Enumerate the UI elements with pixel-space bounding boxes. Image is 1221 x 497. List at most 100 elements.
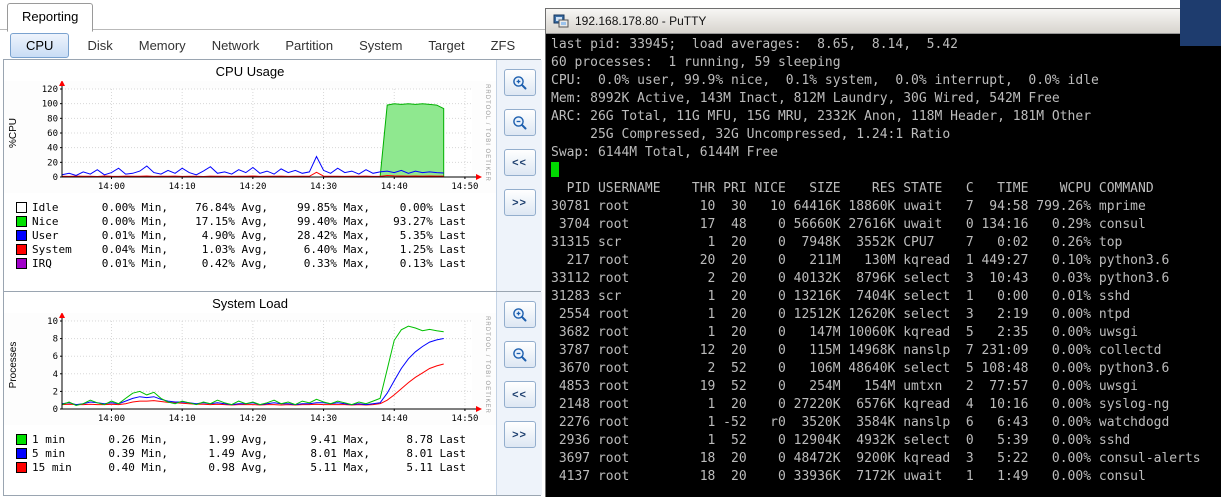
legend-row: System 0.04% Min, 1.03% Avg, 6.40% Max, 1.25…	[4, 242, 496, 256]
svg-text:20: 20	[47, 158, 58, 168]
terminal-line: Mem: 8992K Active, 143M Inact, 812M Laun…	[551, 91, 1060, 106]
terminal-line: 60 processes: 1 running, 59 sleeping	[551, 55, 841, 70]
cpu-usage-zoom-controls: << >>	[496, 60, 542, 291]
terminal-process-row: 30781 root 10 30 10 64416K 18860K uwait …	[551, 199, 1146, 214]
legend-value: 5.11 Last	[406, 460, 466, 474]
svg-text:2: 2	[53, 387, 58, 397]
terminal-process-row: 3670 root 2 52 0 106M 48640K select 5 10…	[551, 361, 1170, 376]
chart-title: CPU Usage	[215, 64, 285, 79]
svg-text:14:10: 14:10	[169, 414, 196, 424]
magnifier-minus-icon	[512, 115, 526, 129]
terminal[interactable]: last pid: 33945; load averages: 8.65, 8.…	[547, 34, 1221, 497]
svg-text:14:30: 14:30	[310, 182, 337, 192]
putty-icon	[553, 14, 569, 28]
terminal-process-row: 31283 scr 1 20 0 13216K 7404K select 1 0…	[551, 289, 1131, 304]
magnifier-minus-icon	[512, 347, 526, 361]
legend-value: 76.84% Avg,	[195, 200, 268, 214]
tab-cpu[interactable]: CPU	[10, 32, 70, 58]
terminal-process-row: 2148 root 1 20 0 27220K 6576K kqread 4 1…	[551, 397, 1170, 412]
system-load-graph-section: System Load 0 2 4 6 8 10 14:00 14:10 14:20 14:30 14…	[4, 292, 542, 495]
legend-value: 0.04% Min,	[101, 242, 168, 256]
zoom-in-button[interactable]	[503, 69, 536, 96]
legend-value: 5.11 Max,	[310, 460, 370, 474]
zoom-out-button[interactable]	[503, 109, 536, 136]
svg-text:0: 0	[53, 173, 58, 183]
legend-value: 99.85% Max,	[297, 200, 370, 214]
legend-value: 0.40 Min,	[108, 460, 168, 474]
svg-text:14:00: 14:00	[98, 182, 125, 192]
legend-value: 4.90% Avg,	[201, 228, 268, 242]
terminal-process-row: 4853 root 19 52 0 254M 154M umtxn 2 77:5…	[551, 379, 1138, 394]
terminal-process-row: 2276 root 1 -52 r0 3520K 3584K nanslp 6 …	[551, 415, 1170, 430]
cpu-usage-legend: Idle 0.00% Min, 76.84% Avg, 99.85% Max, 0.00…	[4, 200, 496, 270]
legend-swatch	[16, 461, 27, 473]
legend-value: 1.25% Last	[399, 242, 466, 256]
legend-swatch	[16, 215, 27, 227]
tab-network[interactable]: Network	[212, 38, 260, 53]
tab-memory[interactable]: Memory	[139, 38, 186, 53]
terminal-process-row: 217 root 20 20 0 211M 130M kqread 1 449:…	[551, 253, 1170, 268]
svg-text:14:20: 14:20	[239, 182, 266, 192]
zoom-in-button[interactable]	[503, 301, 536, 328]
svg-text:14:20: 14:20	[239, 414, 266, 424]
terminal-process-row: 3697 root 18 20 0 48472K 9200K kqread 3 …	[551, 451, 1201, 466]
cpu-usage-pane: CPU Usage 0 20 40 60 80 100 120 14:00 14:10 14:20 1…	[4, 60, 496, 291]
putty-titlebar[interactable]: 192.168.178.80 - PuTTY	[546, 9, 1221, 34]
scroll-left-button[interactable]: <<	[503, 381, 536, 408]
tab-system[interactable]: System	[359, 38, 402, 53]
legend-value: 9.41 Max,	[310, 432, 370, 446]
legend-row: 5 min 0.39 Min, 1.49 Avg, 8.01 Max, 8.01 Las…	[4, 446, 496, 460]
tab-disk[interactable]: Disk	[87, 38, 112, 53]
svg-text:6: 6	[53, 352, 58, 362]
system-load-legend: 1 min 0.26 Min, 1.99 Avg, 9.41 Max, 8.78 Las…	[4, 432, 496, 474]
tab-zfs[interactable]: ZFS	[491, 38, 516, 53]
system-load-zoom-controls: << >>	[496, 292, 542, 495]
system-load-chart: 0 2 4 6 8 10 14:00 14:10 14:20 14:30 14:40 14:50 Pro…	[4, 312, 496, 425]
svg-text:14:30: 14:30	[310, 414, 337, 424]
legend-label: Idle	[32, 200, 59, 214]
zoom-out-button[interactable]	[503, 341, 536, 368]
svg-text:8: 8	[53, 335, 58, 345]
legend-value: 5.35% Last	[399, 228, 466, 242]
svg-text:120: 120	[42, 85, 58, 95]
legend-value: 0.00% Min,	[101, 200, 168, 214]
tab-partition[interactable]: Partition	[285, 38, 333, 53]
svg-text:14:50: 14:50	[451, 182, 478, 192]
legend-label: User	[32, 228, 59, 242]
legend-value: 6.40% Max,	[303, 242, 370, 256]
legend-value: 8.01 Max,	[310, 446, 370, 460]
terminal-process-row: 3682 root 1 20 0 147M 10060K kqread 5 2:…	[551, 325, 1138, 340]
legend-value: 0.39 Min,	[108, 446, 168, 460]
terminal-line: Swap: 6144M Total, 6144M Free	[551, 145, 778, 160]
legend-value: 0.42% Avg,	[201, 256, 268, 270]
legend-label: 15 min	[32, 460, 72, 474]
terminal-process-row: 31315 scr 1 20 0 7948K 3552K CPU7 7 0:02…	[551, 235, 1123, 250]
tab-target[interactable]: Target	[428, 38, 464, 53]
screen: Reporting CPU Disk Memory Network Partition S…	[0, 0, 1221, 497]
svg-text:RRDTOOL / TOBI OETIKER: RRDTOOL / TOBI OETIKER	[484, 316, 490, 414]
terminal-line: CPU: 0.0% user, 99.9% nice, 0.1% system,…	[551, 73, 1099, 88]
svg-text:60: 60	[47, 129, 58, 139]
legend-label: IRQ	[32, 256, 52, 270]
tab-reporting[interactable]: Reporting	[7, 3, 94, 32]
terminal-process-row: 3787 root 12 20 0 115M 14968K nanslp 7 2…	[551, 343, 1162, 358]
legend-value: 0.01% Min,	[101, 228, 168, 242]
terminal-line	[551, 162, 1221, 180]
scroll-left-button[interactable]: <<	[503, 149, 536, 176]
legend-value: 1.49 Avg,	[208, 446, 268, 460]
legend-value: 1.03% Avg,	[201, 242, 268, 256]
legend-value: 17.15% Avg,	[195, 214, 268, 228]
legend-value: 8.01 Last	[406, 446, 466, 460]
terminal-process-row: 33112 root 2 20 0 40132K 8796K select 3 …	[551, 271, 1170, 286]
legend-value: 0.98 Avg,	[208, 460, 268, 474]
scroll-right-button[interactable]: >>	[503, 189, 536, 216]
svg-text:%CPU: %CPU	[8, 118, 19, 148]
legend-value: 8.78 Last	[406, 432, 466, 446]
scroll-right-button[interactable]: >>	[503, 421, 536, 448]
putty-title: 192.168.178.80 - PuTTY	[575, 14, 707, 28]
system-load-pane: System Load 0 2 4 6 8 10 14:00 14:10 14:20 14:30 14…	[4, 292, 496, 495]
legend-row: User 0.01% Min, 4.90% Avg, 28.42% Max, 5.35%…	[4, 228, 496, 242]
legend-swatch	[16, 229, 27, 241]
magnifier-plus-icon	[512, 75, 526, 89]
legend-swatch	[16, 447, 27, 459]
